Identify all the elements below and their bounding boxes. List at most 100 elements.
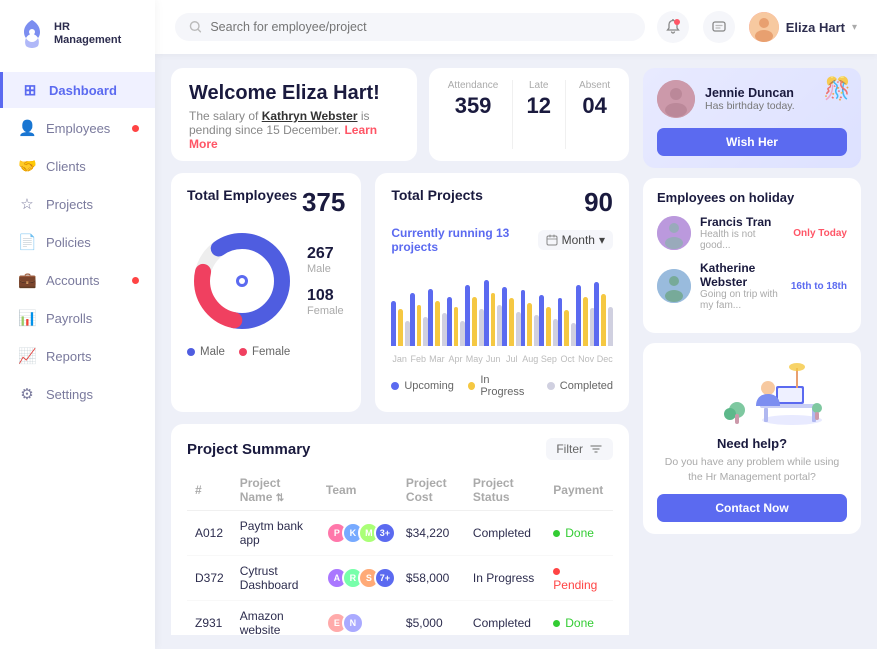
sidebar-navigation: ⊞ Dashboard 👤 Employees 🤝 Clients ☆ Proj…: [0, 72, 155, 631]
male-stat: 267 Male: [307, 245, 344, 275]
bar-group-jun: [484, 264, 502, 346]
month-select[interactable]: Month ▾: [538, 230, 613, 250]
bar-upcoming: [576, 285, 581, 346]
projects-card-count: 90: [584, 187, 613, 218]
project-id: Z931: [187, 601, 232, 636]
stats-row: Total Employees 375: [171, 173, 629, 412]
table-row: Z931 Amazon website E N $5,000 Completed…: [187, 601, 613, 636]
holiday-item-2: Katherine Webster Going on trip with my …: [657, 261, 847, 311]
bar-chart-area: Currently running 13 projects Month: [391, 226, 613, 398]
employees-legend: Male Female: [187, 346, 345, 358]
help-card: Need help? Do you have any problem while…: [643, 343, 861, 534]
bar-inprogress: [509, 298, 514, 346]
dashboard-icon: ⊞: [21, 81, 39, 99]
sidebar-item-policies[interactable]: 📄 Policies: [0, 224, 155, 260]
sidebar-item-label: Settings: [46, 387, 93, 402]
bar-group-mar: [428, 264, 446, 346]
search-input[interactable]: [210, 20, 630, 34]
sidebar-item-settings[interactable]: ⚙ Settings: [0, 376, 155, 412]
bar-upcoming: [502, 287, 507, 346]
total-projects-card: Total Projects 90 Currently running 13 p…: [375, 173, 629, 412]
bar-upcoming: [410, 293, 415, 346]
welcome-title: Welcome Eliza Hart!: [189, 82, 399, 105]
bar-group-dec: [594, 264, 612, 346]
sidebar-item-label: Accounts: [46, 273, 99, 288]
employees-notification-dot: [132, 125, 139, 132]
sidebar-logo-text: HR Management: [54, 21, 121, 47]
projects-icon: ☆: [18, 195, 36, 213]
content-right: Jennie Duncan Has birthday today. 🎊 Wish…: [643, 68, 861, 635]
bar-upcoming: [539, 295, 544, 346]
inprogress-dot: [468, 382, 475, 390]
team-more: 3+: [374, 522, 396, 544]
accounts-notification-dot: [132, 277, 139, 284]
table-row: D372 Cytrust Dashboard A R S 7+ $58,: [187, 556, 613, 601]
salary-name-link[interactable]: Kathryn Webster: [262, 109, 358, 123]
dashboard-content: Welcome Eliza Hart! The salary of Kathry…: [155, 54, 877, 649]
project-team: A R S 7+: [318, 556, 398, 601]
col-name: Project Name ⇅: [232, 470, 318, 511]
content-left: Welcome Eliza Hart! The salary of Kathry…: [171, 68, 629, 635]
header-icons: Eliza Hart ▾: [657, 11, 857, 43]
project-summary-table: # Project Name ⇅ Team Project Cost Proje…: [187, 470, 613, 635]
welcome-section: Welcome Eliza Hart! The salary of Kathry…: [171, 68, 417, 161]
running-projects: Currently running 13 projects: [391, 226, 537, 254]
col-cost: Project Cost: [398, 470, 465, 511]
sidebar-item-payrolls[interactable]: 📊 Payrolls: [0, 300, 155, 336]
sidebar-item-clients[interactable]: 🤝 Clients: [0, 148, 155, 184]
filter-icon: [589, 442, 603, 456]
attendance-label: Attendance: [448, 80, 499, 91]
employees-card-count: 375: [302, 187, 345, 218]
filter-button[interactable]: Filter: [546, 438, 613, 460]
bar-inprogress: [564, 310, 569, 346]
donut-chart-wrap: 267 Male 108 Female: [187, 226, 345, 336]
user-avatar: [749, 12, 779, 42]
sidebar-item-employees[interactable]: 👤 Employees: [0, 110, 155, 146]
attendance-value: 359: [455, 93, 492, 119]
legend-inprogress: In Progress: [468, 374, 533, 398]
sidebar-item-accounts[interactable]: 💼 Accounts: [0, 262, 155, 298]
confetti-decoration: 🎊: [824, 76, 851, 102]
sidebar-item-reports[interactable]: 📈 Reports: [0, 338, 155, 374]
payrolls-icon: 📊: [18, 309, 36, 327]
col-team: Team: [318, 470, 398, 511]
notification-bell-button[interactable]: [657, 11, 689, 43]
bar-upcoming: [594, 282, 599, 346]
absent-item: Absent 04: [579, 80, 610, 149]
legend-male: Male: [187, 346, 225, 358]
project-id: A012: [187, 511, 232, 556]
contact-button[interactable]: Contact Now: [657, 494, 847, 522]
project-name: Paytm bank app: [232, 511, 318, 556]
bar-group-feb: [410, 264, 428, 346]
sidebar-item-label: Payrolls: [46, 311, 92, 326]
project-cost: $58,000: [398, 556, 465, 601]
project-cost: $34,220: [398, 511, 465, 556]
bar-inprogress: [583, 297, 588, 346]
project-summary-title: Project Summary: [187, 441, 310, 458]
search-bar[interactable]: [175, 13, 645, 41]
bar-inprogress: [417, 305, 422, 346]
bar-group-nov: [576, 264, 594, 346]
wish-button[interactable]: Wish Her: [657, 128, 847, 156]
holiday-avatar-2: [657, 269, 691, 303]
bar-upcoming: [428, 289, 433, 346]
bar-inprogress: [546, 307, 551, 346]
settings-icon: ⚙: [18, 385, 36, 403]
project-team: E N: [318, 601, 398, 636]
project-summary-header: Project Summary Filter: [187, 438, 613, 460]
projects-card-title: Total Projects: [391, 187, 483, 203]
male-dot: [187, 348, 195, 356]
sidebar-item-dashboard[interactable]: ⊞ Dashboard: [0, 72, 155, 108]
message-button[interactable]: [703, 11, 735, 43]
team-more: 7+: [374, 567, 396, 589]
hr-logo-icon: [18, 18, 46, 50]
bar-upcoming: [447, 297, 452, 346]
sidebar-item-projects[interactable]: ☆ Projects: [0, 186, 155, 222]
bar-group-oct: [558, 264, 576, 346]
employees-card-header: Total Employees 375: [187, 187, 345, 218]
project-id: D372: [187, 556, 232, 601]
help-svg: [672, 358, 832, 428]
user-profile[interactable]: Eliza Hart ▾: [749, 12, 857, 42]
reports-icon: 📈: [18, 347, 36, 365]
bar-group-apr: [447, 264, 465, 346]
